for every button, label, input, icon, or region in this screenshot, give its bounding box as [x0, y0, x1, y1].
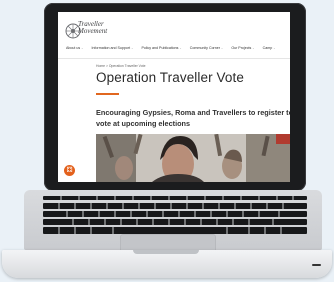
keyboard — [43, 196, 307, 234]
header-divider — [58, 58, 290, 59]
nav-item-information[interactable]: Information and Support — [92, 46, 134, 50]
protest-crowd-image — [96, 134, 290, 182]
accessibility-icon: ⚃ — [66, 167, 73, 174]
site-logo[interactable]: Traveller Movement — [64, 19, 108, 47]
nav-item-projects[interactable]: Our Projects — [231, 46, 254, 50]
title-accent-bar — [96, 93, 119, 95]
accessibility-button[interactable]: ⚃ — [64, 165, 75, 176]
page-subtitle: Encouraging Gypsies, Roma and Travellers… — [96, 108, 290, 128]
nav-item-community[interactable]: Community Corner — [190, 46, 224, 50]
page-title: Operation Traveller Vote — [96, 70, 244, 85]
laptop-screen: Traveller Movement About us Information … — [58, 12, 290, 182]
nav-item-about[interactable]: About us — [66, 46, 84, 50]
logo-text: Traveller Movement — [78, 20, 108, 35]
breadcrumb[interactable]: Home > Operation Traveller Vote — [96, 64, 145, 68]
laptop-mockup: Traveller Movement About us Information … — [0, 0, 334, 282]
laptop-front-edge — [2, 250, 332, 278]
hero-photo — [96, 134, 290, 182]
nav-item-policy[interactable]: Policy and Publications — [141, 46, 181, 50]
lid-notch — [133, 250, 199, 254]
nav-item-camp[interactable]: Camp — [263, 46, 276, 50]
site-header: Traveller Movement About us Information … — [58, 12, 290, 58]
main-nav: About us Information and Support Policy … — [66, 46, 290, 54]
status-led — [312, 264, 321, 266]
